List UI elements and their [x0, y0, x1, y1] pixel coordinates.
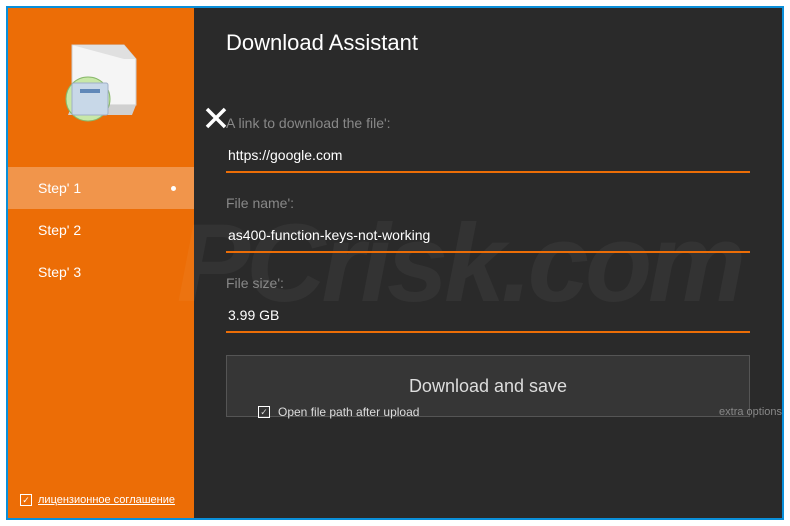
watermark: PCrisk.com: [177, 8, 742, 518]
step-2[interactable]: Step' 2: [8, 209, 194, 251]
license-checkbox[interactable]: ✓: [20, 494, 32, 506]
step-label: Step' 1: [38, 180, 81, 196]
license-agreement[interactable]: ✓ лицензионное соглашение: [20, 494, 175, 506]
step-label: Step' 3: [38, 264, 81, 280]
step-label: Step' 2: [38, 222, 81, 238]
field-filesize: File size':: [226, 275, 750, 333]
field-filesize-label: File size':: [226, 275, 750, 291]
field-filename-label: File name':: [226, 195, 750, 211]
sidebar: Step' 1 Step' 2 Step' 3 ✓ лицензионное с…: [8, 8, 194, 518]
step-1[interactable]: Step' 1: [8, 167, 194, 209]
app-window: Step' 1 Step' 2 Step' 3 ✓ лицензионное с…: [6, 6, 784, 520]
field-link-label: A link to download the file':: [226, 115, 750, 131]
link-input[interactable]: [226, 143, 750, 173]
installer-icon: [8, 8, 194, 149]
main-panel: PCrisk.com Download Assistant A link to …: [194, 8, 782, 518]
license-link[interactable]: лицензионное соглашение: [38, 494, 175, 506]
close-icon: [204, 106, 228, 130]
step-3[interactable]: Step' 3: [8, 251, 194, 293]
open-path-checkbox[interactable]: ✓: [258, 406, 270, 418]
extra-options-link[interactable]: extra options: [719, 406, 782, 418]
download-button-label: Download and save: [409, 376, 567, 397]
page-title: Download Assistant: [226, 30, 750, 56]
open-path-option[interactable]: ✓ Open file path after upload: [258, 405, 419, 419]
field-filename: File name':: [226, 195, 750, 253]
open-path-label: Open file path after upload: [278, 405, 419, 419]
field-link: A link to download the file':: [226, 115, 750, 173]
filename-input[interactable]: [226, 223, 750, 253]
steps-list: Step' 1 Step' 2 Step' 3: [8, 167, 194, 293]
bottom-row: ✓ Open file path after upload extra opti…: [258, 405, 782, 419]
filesize-input[interactable]: [226, 303, 750, 333]
